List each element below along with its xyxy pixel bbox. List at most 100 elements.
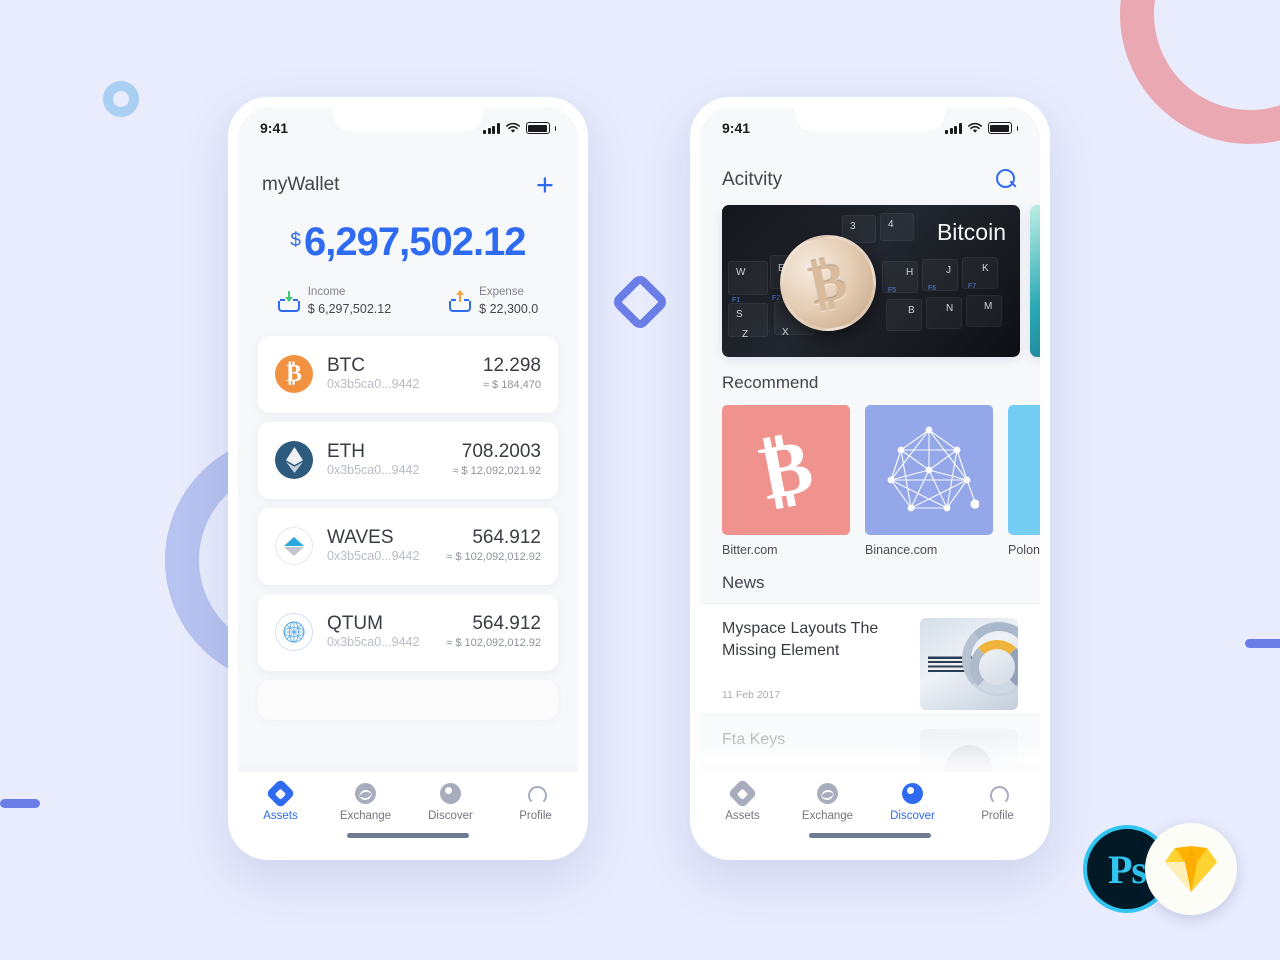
tab-assets[interactable]: Assets: [700, 778, 785, 822]
asset-usd-value: ≈ $ 12,092,021.92: [452, 464, 541, 477]
table-row[interactable]: WAVES 0x3b5ca0...9442 564.912 ≈ $ 102,09…: [258, 507, 558, 585]
exchange-wave-icon: [355, 783, 376, 804]
bitcoin-icon: ₿: [275, 355, 313, 394]
table-row-partial[interactable]: [258, 679, 558, 720]
asset-symbol: BTC: [327, 355, 365, 377]
income-tray-icon: [277, 290, 300, 312]
discover-circle-icon: [440, 783, 461, 804]
discover-circle-icon: [902, 783, 923, 804]
notch: [795, 107, 945, 131]
signal-icon: [483, 122, 500, 134]
status-time: 9:41: [260, 120, 289, 136]
banner-carousel[interactable]: W E S Z X H J K B N M 3 4 F1 F2 F5 F6: [700, 205, 1040, 357]
asset-amount: 564.912: [472, 613, 541, 635]
tab-label: Exchange: [339, 810, 392, 822]
asset-address: 0x3b5ca0...9442: [327, 377, 420, 392]
tab-label: Profile: [519, 810, 552, 822]
table-row[interactable]: QTUM 0x3b5ca0...9442 564.912 ≈ $ 102,092…: [258, 593, 558, 671]
page-title: myWallet: [262, 173, 340, 195]
total-balance: $ 6,297,502.12: [290, 222, 526, 262]
list-item[interactable]: Polon: [1008, 405, 1040, 557]
phone-mockup-wallet: 9:41 myWallet + $ 6,297,502.12 Income $ …: [228, 97, 588, 860]
wifi-icon: [967, 122, 982, 133]
status-time: 9:41: [722, 120, 751, 136]
status-bar: 9:41: [238, 107, 578, 149]
exchange-wave-icon: [817, 783, 838, 804]
expense-value: $ 22,300.0: [479, 301, 539, 316]
blue-diamond-decoration: [610, 272, 670, 332]
list-item[interactable]: Binance.com: [865, 405, 993, 557]
asset-symbol: ETH: [327, 441, 365, 463]
blue-pill-right-decoration: [1245, 639, 1280, 648]
news-title: Myspace Layouts The Missing Element: [722, 620, 879, 659]
wifi-icon: [505, 122, 520, 133]
expense-tray-icon: [449, 289, 472, 312]
tab-discover[interactable]: Discover: [870, 783, 955, 822]
asset-symbol: WAVES: [327, 527, 394, 549]
activity-header: Acitvity: [700, 149, 1040, 205]
wallet-screen: 9:41 myWallet + $ 6,297,502.12 Income $ …: [238, 107, 578, 850]
pink-ring-decoration: [1120, 0, 1280, 144]
profile-person-icon: [987, 783, 1009, 805]
sketch-badge-icon: [1145, 823, 1237, 915]
showcase-canvas: 9:41 myWallet + $ 6,297,502.12 Income $ …: [0, 0, 1280, 960]
notch: [333, 107, 483, 131]
tab-label: Discover: [890, 810, 935, 822]
asset-usd-value: ≈ $ 184,470: [482, 378, 541, 391]
income-summary: Income $ 6,297,502.12: [277, 284, 392, 318]
banner-bitcoin[interactable]: W E S Z X H J K B N M 3 4 F1 F2 F5 F6: [722, 205, 1020, 357]
tab-label: Assets: [263, 810, 298, 822]
tab-discover[interactable]: Discover: [408, 783, 493, 822]
banner-secondary[interactable]: [1030, 205, 1040, 357]
network-graph-icon: [865, 405, 993, 535]
asset-symbol: QTUM: [327, 613, 383, 635]
tab-exchange[interactable]: Exchange: [323, 783, 408, 822]
tab-label: Discover: [428, 810, 473, 822]
phone-mockup-activity: 9:41 Acitvity W S Z X H J K B N M 3 4 F1…: [690, 97, 1050, 860]
list-scroll-fade: [238, 742, 578, 772]
home-indicator[interactable]: [347, 833, 469, 838]
news-section-title: News: [722, 573, 765, 592]
qtum-icon: [275, 613, 313, 652]
list-item[interactable]: ₿ Bitter.com: [722, 405, 850, 557]
news-title: Fta Keys: [722, 731, 786, 748]
home-indicator[interactable]: [809, 833, 931, 838]
status-indicators: [483, 122, 556, 134]
profile-person-icon: [525, 783, 547, 805]
status-indicators: [945, 122, 1018, 134]
list-item[interactable]: Myspace Layouts The Missing Element 11 F…: [700, 603, 1040, 714]
table-row[interactable]: ETH 0x3b5ca0...9442 708.2003 ≈ $ 12,092,…: [258, 421, 558, 499]
tab-profile[interactable]: Profile: [493, 783, 578, 822]
asset-amount: 564.912: [472, 527, 541, 549]
income-expense-row: Income $ 6,297,502.12 Expense $ 22,300.0: [238, 262, 578, 336]
income-label: Income: [307, 286, 346, 298]
status-bar: 9:41: [700, 107, 1040, 149]
asset-list: ₿ BTC 0x3b5ca0...9442 12.298 ≈ $ 184,470: [238, 335, 578, 720]
assets-diamond-icon: [727, 778, 758, 809]
table-row[interactable]: ₿ BTC 0x3b5ca0...9442 12.298 ≈ $ 184,470: [258, 335, 558, 413]
add-wallet-button[interactable]: +: [536, 169, 554, 200]
balance-currency: $: [290, 230, 301, 251]
battery-tip-icon: [1016, 125, 1018, 131]
tab-profile[interactable]: Profile: [955, 783, 1040, 822]
tab-label: Assets: [725, 810, 760, 822]
signal-icon: [945, 122, 962, 134]
tab-label: Profile: [981, 810, 1014, 822]
poloniex-icon: [1008, 405, 1040, 535]
recommend-list: ₿ Bitter.com Binance.com Polon: [700, 405, 1040, 557]
asset-usd-value: ≈ $ 102,092,012.92: [446, 550, 541, 563]
tab-exchange[interactable]: Exchange: [785, 783, 870, 822]
recommend-section-title: Recommend: [722, 373, 819, 392]
battery-icon: [987, 122, 1012, 134]
asset-usd-value: ≈ $ 102,092,012.92: [446, 636, 541, 649]
income-value: $ 6,297,502.12: [307, 301, 392, 316]
page-title: Acitvity: [722, 169, 783, 190]
search-icon[interactable]: [996, 169, 1018, 191]
bitcoin-glyph-icon: ₿: [722, 405, 850, 535]
news-thumbnail: [920, 618, 1018, 710]
tab-assets[interactable]: Assets: [238, 778, 323, 822]
battery-icon: [525, 122, 550, 134]
small-blue-ring-decoration: [103, 81, 139, 117]
recommend-label: Polon: [1008, 543, 1040, 557]
expense-label: Expense: [479, 286, 524, 298]
